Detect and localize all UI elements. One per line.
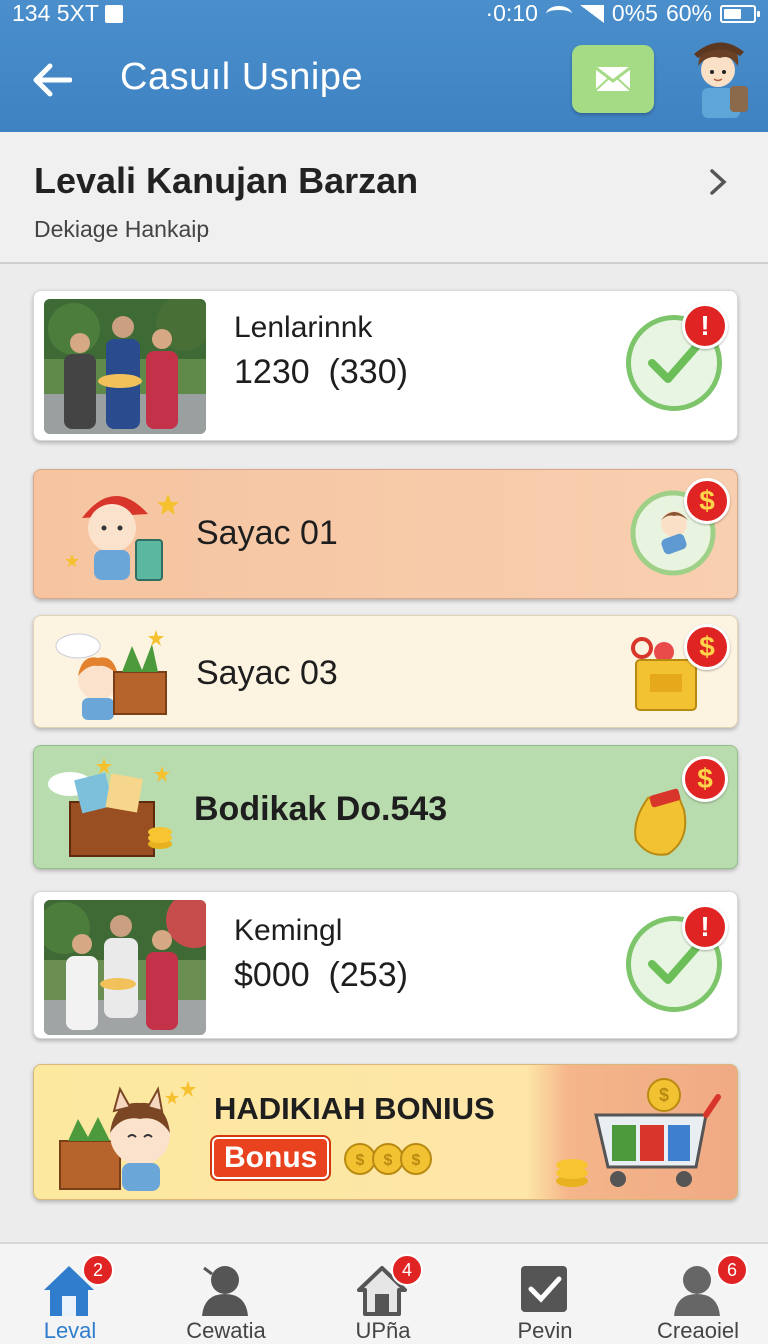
nav-label: Creaoiel xyxy=(657,1318,739,1343)
svg-text:$: $ xyxy=(384,1152,393,1169)
nav-badge: 2 xyxy=(82,1254,114,1286)
card-title: Kemingl xyxy=(234,914,343,947)
coin-badge: $ xyxy=(684,624,730,670)
checkbox-icon xyxy=(521,1266,567,1312)
notification-icon xyxy=(104,4,123,23)
nav-label: Pevin xyxy=(517,1318,573,1343)
app-bar: 134 5XT ·0:10 0%5 60% Casuıl Usnipe xyxy=(0,0,768,132)
back-button[interactable] xyxy=(28,56,76,104)
mail-button[interactable] xyxy=(572,45,654,113)
list-item[interactable]: Bodikak Do.543 $ xyxy=(33,745,738,869)
alert-badge: ! xyxy=(682,303,728,349)
list-item[interactable]: Sayac 03 $ xyxy=(33,615,738,728)
list-item[interactable]: Sayac 01 $ xyxy=(33,469,738,599)
nav-item-cewatia[interactable]: Cewatia xyxy=(156,1244,296,1344)
nav-label: Leval xyxy=(43,1318,97,1343)
nav-badge: 4 xyxy=(391,1254,423,1286)
person-icon xyxy=(202,1266,248,1316)
svg-text:$: $ xyxy=(412,1152,421,1169)
bottom-nav: 2 Leval Cewatia 4 UPña Pevin 6 Creaoiel xyxy=(0,1242,768,1344)
profile-avatar[interactable] xyxy=(690,38,752,118)
status-signal-text: 0%5 xyxy=(611,0,658,26)
nav-item-upna[interactable]: 4 UPña xyxy=(313,1244,453,1344)
page-title: Casuıl Usnipe xyxy=(120,56,364,98)
list-item[interactable]: Lenlarinnk 1230 (330) ! xyxy=(33,290,738,441)
nav-item-creaoiel[interactable]: 6 Creaoiel xyxy=(628,1244,768,1344)
coin-badge: $ xyxy=(684,478,730,524)
status-bar: 134 5XT ·0:10 0%5 60% xyxy=(0,0,768,28)
status-time: ·0:10 xyxy=(485,0,538,26)
arrow-left-icon xyxy=(33,63,72,97)
coin-badge: $ xyxy=(682,756,728,802)
card-title: Bodikak Do.543 xyxy=(194,790,448,828)
coin-row-icon: $ $ $ xyxy=(344,1143,432,1175)
envelope-icon xyxy=(595,66,631,91)
bonus-title: HADIKIAH BONIUS xyxy=(214,1091,495,1126)
bonus-pill: Bonus xyxy=(212,1137,330,1179)
golden-pouch-icon xyxy=(634,788,687,856)
status-left-text: 134 5XT xyxy=(12,0,99,26)
shopping-cart-icon: $ xyxy=(556,1078,721,1187)
svg-text:$: $ xyxy=(659,1085,669,1105)
nav-badge: 6 xyxy=(716,1254,748,1286)
card-value: 1230 (330) xyxy=(234,353,408,391)
alert-badge: ! xyxy=(682,904,728,950)
nav-label: Cewatia xyxy=(186,1318,266,1343)
profile-name: Levali Kanujan Barzan xyxy=(34,160,419,201)
card-title: Lenlarinnk xyxy=(234,311,373,344)
profile-subtitle: Dekiage Hankaip xyxy=(34,216,210,242)
nav-item-pevin[interactable]: Pevin xyxy=(475,1244,615,1344)
card-title: Sayac 03 xyxy=(196,654,338,692)
signal-icon xyxy=(579,4,604,23)
battery-percent: 60% xyxy=(665,0,712,26)
wifi-icon xyxy=(545,5,572,22)
family-photo xyxy=(44,299,206,434)
bonus-banner[interactable]: HADIKIAH BONIUS Bonus $ $ $ $ xyxy=(33,1064,738,1200)
treasure-box-icon xyxy=(48,758,172,857)
chevron-right-icon xyxy=(710,169,727,195)
profile-row[interactable]: Levali Kanujan Barzan Dekiage Hankaip xyxy=(0,132,768,264)
svg-text:$: $ xyxy=(356,1152,365,1169)
character-gift-icon xyxy=(55,630,167,720)
card-value: $000 (253) xyxy=(234,956,408,994)
nav-item-leval[interactable]: 2 Leval xyxy=(0,1244,140,1344)
list-item[interactable]: Kemingl $000 (253) ! xyxy=(33,891,738,1039)
card-title: Sayac 01 xyxy=(196,514,338,552)
family-photo xyxy=(44,900,206,1035)
battery-icon xyxy=(720,4,760,23)
bonus-character-icon xyxy=(59,1081,196,1191)
character-icon xyxy=(65,494,179,581)
nav-label: UPña xyxy=(355,1318,411,1343)
